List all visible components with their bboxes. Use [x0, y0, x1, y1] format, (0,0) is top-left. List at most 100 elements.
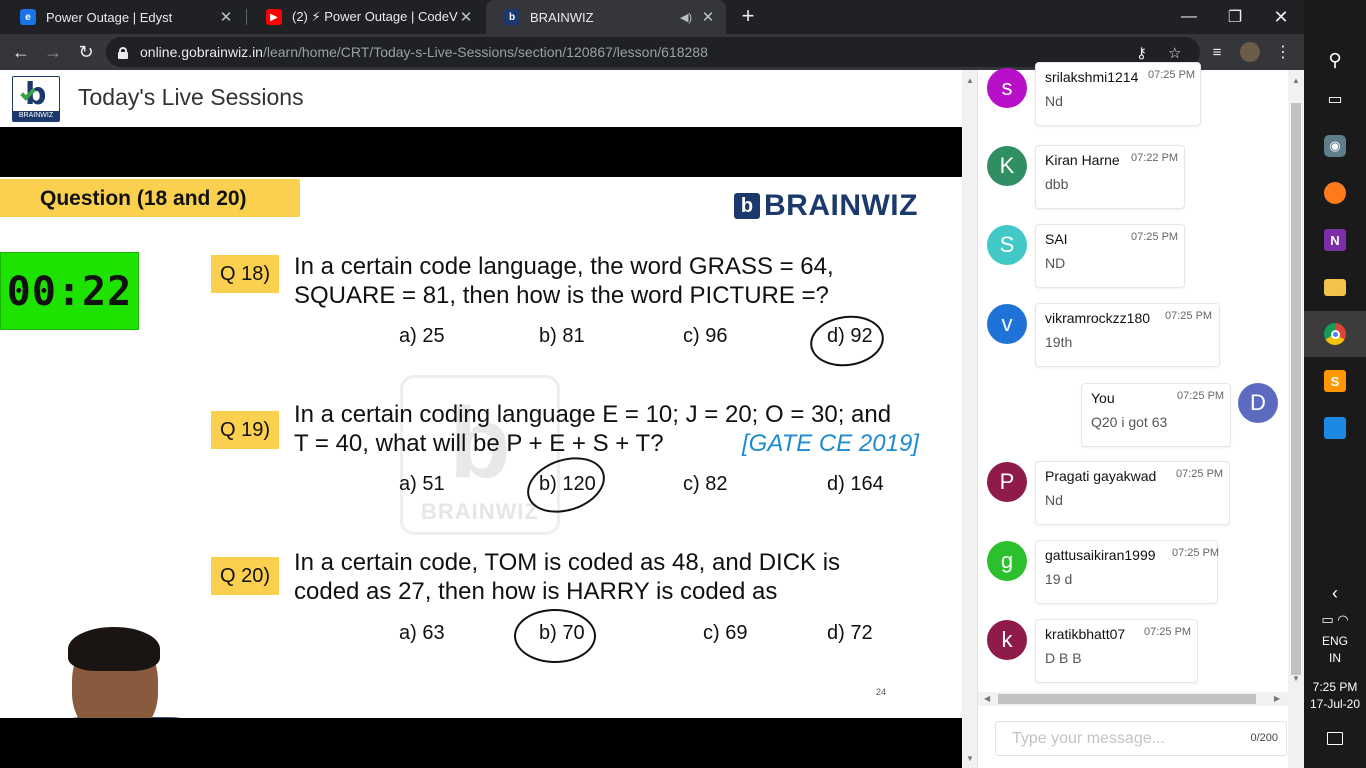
clock-time[interactable]: 7:25 PM — [1304, 680, 1366, 694]
bookmark-star-icon[interactable]: ☆ — [1168, 44, 1181, 62]
media-control-icon[interactable]: ≡ — [1204, 39, 1230, 65]
answer-circle-mark — [514, 609, 596, 663]
brainwiz-favicon-icon: b — [504, 9, 520, 25]
maximize-button[interactable]: ❐ — [1212, 0, 1258, 34]
notifications-button[interactable] — [1304, 718, 1366, 758]
char-counter: 0/200 — [1250, 732, 1278, 744]
close-window-button[interactable]: ✕ — [1258, 0, 1304, 34]
question-line: In a certain coding language E = 10; J =… — [294, 401, 892, 428]
avatar: g — [987, 541, 1027, 581]
close-tab-icon[interactable]: ✕ — [700, 8, 716, 26]
message-sender: vikramrockzz180 — [1045, 310, 1151, 326]
avatar: D — [1238, 383, 1278, 423]
clock-date[interactable]: 17-Jul-20 — [1304, 697, 1366, 711]
message-bubble: gattusaikiran1999 07:25 PM 19 d — [1035, 540, 1220, 604]
close-tab-icon[interactable]: ✕ — [218, 8, 234, 26]
tab-brainwiz[interactable]: b BRAINWIZ ◀) ✕ — [486, 0, 726, 34]
question-banner: Question (18 and 20) — [0, 179, 300, 217]
scroll-up-arrow-icon[interactable]: ▲ — [1292, 76, 1300, 85]
avatar: K — [987, 146, 1027, 186]
speaker-icon[interactable]: ◀) — [678, 11, 694, 24]
forward-button[interactable]: → — [40, 39, 66, 65]
reload-button[interactable]: ↻ — [73, 39, 99, 65]
brand-text: BRAINWIZ — [764, 189, 918, 222]
scroll-down-arrow-icon[interactable]: ▼ — [966, 754, 974, 763]
firefox-app[interactable] — [1304, 170, 1366, 216]
message-sender: gattusaikiran1999 — [1045, 547, 1156, 563]
question-line: In a certain code, TOM is coded as 48, a… — [294, 549, 841, 576]
battery-wifi-icons[interactable]: ▭ ◠ — [1304, 612, 1366, 628]
message-bubble: Kiran Harne 07:22 PM dbb — [1035, 145, 1185, 209]
chat-message-box: 0/200 — [995, 721, 1287, 756]
edyst-favicon-icon: e — [20, 9, 36, 25]
windows-logo-icon — [1327, 15, 1343, 31]
chat-panel: ▲ ▼ ▲ ▼ ◀ ▶ s srilakshmi1214 07:25 PM Nd… — [962, 62, 1304, 768]
language-region[interactable]: IN — [1304, 651, 1366, 665]
question-label: Q 20) — [211, 557, 279, 595]
show-hidden-icons-button[interactable]: ‹ — [1304, 573, 1366, 613]
question-line: SQUARE = 81, then how is the word PICTUR… — [294, 282, 829, 309]
message-bubble: You 07:25 PM Q20 i got 63 — [1081, 383, 1231, 447]
chat-scroll-thumb[interactable] — [1291, 103, 1301, 675]
new-tab-button[interactable]: + — [737, 4, 759, 30]
message-sender: kratikbhatt07 — [1045, 626, 1126, 642]
message-time: 07:25 PM — [1165, 310, 1213, 322]
tab-title: (2) ⚡ Power Outage | CodeVita | — [292, 9, 458, 24]
task-view-button[interactable]: ▭ — [1304, 76, 1366, 122]
message-sender: You — [1091, 390, 1115, 406]
scroll-up-arrow-icon[interactable]: ▲ — [966, 76, 974, 85]
chrome-app[interactable] — [1304, 311, 1366, 357]
tab-codevita[interactable]: ▶ (2) ⚡ Power Outage | CodeVita | ✕ — [248, 0, 484, 34]
lecture-slide: Question (18 and 20) b BRAINWIZ 00:22 bB… — [0, 177, 962, 718]
message-text: Nd — [1045, 492, 1063, 508]
photos-app[interactable] — [1304, 405, 1366, 451]
scroll-left-arrow-icon[interactable]: ◀ — [984, 694, 990, 703]
message-sender: SAI — [1045, 231, 1068, 247]
profile-avatar[interactable] — [1237, 39, 1263, 65]
message-time: 07:22 PM — [1131, 152, 1179, 164]
scroll-down-arrow-icon[interactable]: ▼ — [1292, 674, 1300, 683]
brand-mark-icon: b — [734, 193, 760, 219]
question-source: [GATE CE 2019] — [742, 430, 919, 457]
brainwiz-logo[interactable]: b BRAINWIZ — [12, 76, 60, 122]
lock-icon — [118, 46, 128, 59]
answer-option: b) 81 — [539, 325, 585, 347]
back-button[interactable]: ← — [8, 39, 34, 65]
chat-message-input[interactable] — [996, 722, 1246, 755]
presenter-hair — [68, 627, 160, 671]
sublime-app[interactable]: S — [1304, 358, 1366, 404]
camera-app[interactable]: ◉ — [1304, 123, 1366, 169]
answer-option: a) 25 — [399, 325, 445, 347]
slide-brand-logo: b BRAINWIZ — [734, 189, 918, 223]
message-text: Q20 i got 63 — [1091, 414, 1168, 430]
question-line: In a certain code language, the word GRA… — [294, 253, 834, 280]
message-time: 07:25 PM — [1144, 626, 1192, 638]
countdown-timer: 00:22 — [0, 252, 139, 330]
message-text: Nd — [1045, 93, 1063, 109]
message-sender: Pragati gayakwad — [1045, 468, 1157, 484]
url-host: online.gobrainwiz.in — [140, 44, 263, 60]
close-tab-icon[interactable]: ✕ — [458, 8, 474, 26]
chat-horizontal-thumb[interactable] — [998, 694, 1256, 704]
message-text: D B B — [1045, 650, 1082, 666]
file-explorer-app[interactable] — [1304, 264, 1366, 310]
menu-kebab-icon[interactable]: ⋮ — [1270, 39, 1296, 65]
onenote-app[interactable]: N — [1304, 217, 1366, 263]
message-text: ND — [1045, 255, 1066, 271]
message-time: 07:25 PM — [1177, 390, 1225, 402]
question-label: Q 18) — [211, 255, 279, 293]
search-icon: ⚲ — [1328, 49, 1342, 70]
language-indicator[interactable]: ENG — [1304, 634, 1366, 648]
youtube-favicon-icon: ▶ — [266, 9, 282, 25]
message-time: 07:25 PM — [1172, 547, 1220, 559]
minimize-button[interactable]: — — [1166, 0, 1212, 34]
onenote-icon: N — [1324, 229, 1346, 251]
scroll-right-arrow-icon[interactable]: ▶ — [1274, 694, 1280, 703]
message-text: dbb — [1045, 176, 1069, 192]
key-icon[interactable]: ⚷ — [1136, 44, 1147, 62]
tab-edyst[interactable]: e Power Outage | Edyst ✕ — [2, 0, 244, 34]
video-player[interactable]: Question (18 and 20) b BRAINWIZ 00:22 bB… — [0, 127, 962, 768]
folder-icon — [1324, 278, 1346, 296]
chat-left-scrollbar[interactable]: ▲ ▼ — [962, 70, 978, 768]
message-bubble: srilakshmi1214 07:25 PM Nd — [1035, 62, 1201, 126]
